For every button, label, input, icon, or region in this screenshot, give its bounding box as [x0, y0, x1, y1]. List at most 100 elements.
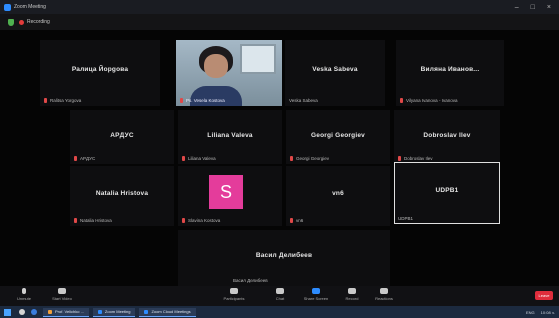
start-video-button[interactable]: Start Video — [46, 288, 78, 301]
participant-name: Dobroslav Ilev — [423, 131, 471, 139]
chat-button[interactable]: Chat — [264, 288, 296, 301]
chat-label: Chat — [275, 296, 285, 301]
participant-tag-label: Liliana Valeva — [188, 156, 216, 161]
close-button[interactable]: × — [547, 4, 551, 11]
muted-mic-icon — [74, 156, 77, 161]
gallery-view: Ралица Йорgoва Ralitsa Yorgova Ps. Vesel… — [0, 30, 559, 286]
share-screen-label: Share Screen — [303, 296, 329, 301]
title-bar: Zoom Meeting – □ × — [0, 0, 559, 14]
muted-mic-icon — [400, 98, 403, 103]
muted-mic-icon — [290, 218, 293, 223]
zoom-icon — [97, 309, 102, 314]
share-screen-icon — [312, 288, 320, 294]
window-title: Zoom Meeting — [14, 4, 46, 10]
participant-name: UDPB1 — [435, 186, 459, 194]
participant-tile[interactable]: Natalia Hristova Natalia Hristova — [70, 166, 174, 226]
participant-tag: APДУС — [74, 156, 95, 161]
zoom-logo-icon — [4, 3, 11, 11]
participant-tag: Georgi Georgiev — [290, 156, 329, 161]
participants-label: Participants — [223, 296, 245, 301]
participants-icon — [230, 288, 238, 294]
record-label: Record — [345, 296, 359, 301]
participant-tag-label: Ps. Vesela Kostova — [186, 98, 225, 103]
participants-button[interactable]: Participants — [218, 288, 250, 301]
clock[interactable]: 10:08 ч. — [541, 310, 555, 315]
meeting-toolbar: Unmute Start Video Participants Chat Sha… — [0, 286, 559, 306]
participant-tile[interactable]: Liliana Valeva Liliana Valeva — [178, 110, 282, 164]
app-icon — [48, 309, 52, 314]
participant-tile[interactable]: APДУС APДУС — [70, 110, 174, 164]
taskbar-app-label: Zoom Cloud Meetings — [151, 309, 191, 314]
participant-avatar: S — [209, 175, 243, 209]
camera-icon — [58, 288, 66, 294]
participant-name: Васил Делибеев — [255, 252, 313, 260]
language-indicator[interactable]: ENG — [526, 310, 535, 315]
muted-mic-icon — [74, 218, 77, 223]
participant-tile[interactable]: Georgi Georgiev Georgi Georgiev — [286, 110, 390, 164]
participant-tag: Natalia Hristova — [74, 218, 112, 223]
video-window — [240, 44, 276, 74]
muted-mic-icon — [290, 156, 293, 161]
microphone-icon — [22, 288, 26, 294]
participant-video-tile[interactable]: Ps. Vesela Kostova — [176, 40, 282, 106]
participant-name: Liliana Valeva — [207, 131, 253, 139]
reactions-icon — [380, 288, 388, 294]
participant-name: Ралица Йорgoва — [71, 66, 129, 74]
taskbar-app-label: Prof. Velichko ... — [55, 309, 84, 314]
participant-name: APДУС — [110, 131, 134, 139]
minimize-button[interactable]: – — [515, 4, 519, 11]
participant-tag: Васил Делибеев — [233, 278, 268, 283]
participant-name: Georgi Georgiev — [311, 131, 365, 139]
participant-tag-label: Vilyana Ivanova - Ivanova — [406, 98, 458, 103]
browser-icon[interactable] — [31, 309, 37, 315]
unmute-button[interactable]: Unmute — [8, 288, 40, 301]
leave-meeting-button[interactable]: Leave — [535, 291, 553, 300]
participant-tag: Veska Sabeva — [289, 98, 318, 103]
share-screen-button[interactable]: Share Screen — [300, 288, 332, 301]
participant-tile[interactable]: Васил Делибеев Васил Делибеев — [178, 230, 390, 286]
search-icon[interactable] — [19, 309, 25, 315]
system-tray: ENG 10:08 ч. — [526, 310, 555, 315]
muted-mic-icon — [182, 218, 185, 223]
participant-tag-label: Natalia Hristova — [80, 218, 112, 223]
participant-tag: vn6 — [290, 218, 303, 223]
participant-tile[interactable]: S Slavina Kostova — [178, 166, 282, 226]
participant-name: Виляна Иванов... — [420, 66, 480, 74]
video-person-face — [204, 54, 228, 78]
participant-tag: Ps. Vesela Kostova — [180, 98, 225, 103]
reactions-label: Reactions — [375, 296, 393, 301]
unmute-label: Unmute — [16, 296, 31, 301]
participant-tile[interactable]: Dobroslav Ilev Dobroslav Ilev — [394, 110, 500, 164]
security-shield-icon[interactable] — [8, 18, 14, 26]
maximize-button[interactable]: □ — [531, 4, 535, 11]
recording-label: Recording — [27, 19, 50, 25]
muted-mic-icon — [398, 156, 401, 161]
active-speaker-tile[interactable]: UDPB1 UDPB1 — [394, 162, 500, 224]
record-button[interactable]: Record — [336, 288, 368, 301]
windows-taskbar: Prof. Velichko ... Zoom Meeting Zoom Clo… — [0, 306, 559, 318]
participant-name: Natalia Hristova — [95, 190, 149, 197]
windows-start-icon[interactable] — [4, 308, 11, 316]
recording-dot-icon — [19, 19, 24, 25]
participant-tag-label: APДУС — [80, 156, 96, 161]
taskbar-app-label: Zoom Meeting — [104, 309, 131, 314]
participant-tag-label: vn6 — [296, 218, 304, 223]
taskbar-app[interactable]: Zoom Meeting — [92, 307, 136, 317]
taskbar-app[interactable]: Prof. Velichko ... — [43, 307, 89, 317]
participant-name: vn6 — [332, 190, 344, 197]
participant-tile[interactable]: Виляна Иванов... Vilyana Ivanova - Ivano… — [396, 40, 504, 106]
participant-tag-label: Veska Sabeva — [289, 98, 318, 103]
muted-mic-icon — [180, 98, 183, 103]
participant-tile[interactable]: vn6 vn6 — [286, 166, 390, 226]
window-controls: – □ × — [515, 4, 555, 11]
reactions-button[interactable]: Reactions — [368, 288, 400, 301]
participant-tile[interactable]: Veska Sabeva Veska Sabeva — [285, 40, 385, 106]
video-person-shirt — [190, 86, 242, 106]
start-video-label: Start Video — [52, 296, 72, 301]
participant-tag: Vilyana Ivanova - Ivanova — [400, 98, 457, 103]
taskbar-app[interactable]: Zoom Cloud Meetings — [139, 307, 196, 317]
muted-mic-icon — [44, 98, 47, 103]
meeting-info-bar: Recording — [0, 14, 559, 30]
participant-tile[interactable]: Ралица Йорgoва Ralitsa Yorgova — [40, 40, 160, 106]
participant-tag-label: Ralitsa Yorgova — [50, 98, 82, 103]
